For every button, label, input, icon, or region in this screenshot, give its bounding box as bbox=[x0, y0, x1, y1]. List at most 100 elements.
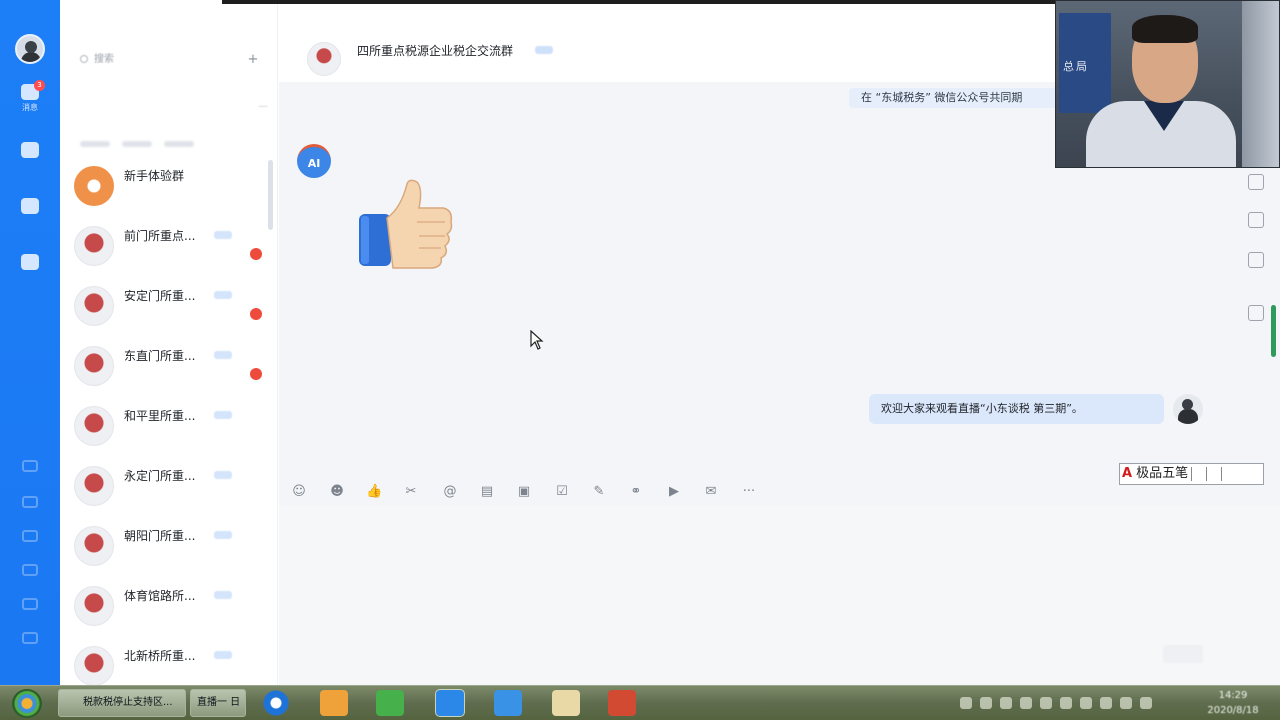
ime-keyboard-icon[interactable] bbox=[1221, 466, 1233, 481]
list-item[interactable]: 新手体验群 bbox=[74, 160, 270, 216]
app-icon[interactable] bbox=[320, 690, 348, 716]
clock-time: 14:29 bbox=[1218, 690, 1248, 701]
rail-item-contacts[interactable] bbox=[0, 142, 60, 160]
powerpoint-icon[interactable] bbox=[608, 690, 636, 716]
notice-bar[interactable]: — bbox=[72, 98, 268, 116]
scissors-icon[interactable]: ✂ bbox=[403, 484, 419, 500]
sticker-icon[interactable]: ☻ bbox=[329, 484, 345, 500]
search-placeholder: 搜索 bbox=[94, 54, 114, 65]
chevron-icon[interactable]: — bbox=[258, 98, 268, 116]
window-top-strip bbox=[222, 0, 1058, 4]
conversation-preview bbox=[124, 487, 244, 499]
ime-label: 极品五笔 bbox=[1136, 466, 1189, 481]
group-tag bbox=[214, 411, 232, 419]
conversation-name: 体育馆路所... bbox=[124, 589, 196, 603]
conversation-preview bbox=[124, 427, 244, 439]
create-button[interactable]: + bbox=[246, 50, 260, 70]
ime-toolbar[interactable]: A 极品五笔 bbox=[1119, 463, 1264, 485]
chat-app-icon[interactable] bbox=[435, 689, 465, 717]
conversation-list-panel: 搜索 + — 新手体验群 前门所重点... 安定门所重... 东直门所重... … bbox=[60, 0, 278, 686]
rail-item-messages[interactable]: 3 消息 bbox=[0, 80, 60, 113]
list-item[interactable]: 和平里所重... bbox=[74, 400, 270, 456]
unread-dot bbox=[250, 308, 262, 320]
settings-icon[interactable] bbox=[22, 632, 38, 644]
rail-item-workbench[interactable] bbox=[0, 254, 60, 272]
group-avatar bbox=[74, 226, 114, 266]
message-bubble[interactable]: 欢迎大家来观看直播“小东谈税 第三期”。 bbox=[869, 394, 1164, 424]
taskbar-button-live[interactable]: 直播一 日 bbox=[190, 689, 246, 717]
at-icon[interactable]: @ bbox=[442, 484, 458, 500]
list-item[interactable]: 安定门所重... bbox=[74, 280, 270, 336]
video-presenter-hair bbox=[1132, 15, 1198, 43]
group-avatar bbox=[74, 286, 114, 326]
like-icon[interactable]: 👍 bbox=[366, 484, 382, 500]
more-button[interactable]: ··· bbox=[741, 484, 757, 500]
user-avatar[interactable] bbox=[15, 34, 45, 64]
calendar-icon[interactable] bbox=[22, 460, 38, 472]
box-icon[interactable] bbox=[1248, 305, 1264, 321]
side-scrollbar[interactable] bbox=[1271, 305, 1276, 357]
list-item[interactable]: 东直门所重... bbox=[74, 340, 270, 396]
phone-icon[interactable] bbox=[22, 564, 38, 576]
filter-tabs[interactable] bbox=[80, 132, 250, 147]
thumbs-up-icon bbox=[359, 179, 453, 269]
search-input[interactable]: 搜索 bbox=[80, 50, 240, 70]
group-tag bbox=[214, 591, 232, 599]
system-tray[interactable] bbox=[960, 694, 1200, 712]
taskbar-button-label: 直播一 日 bbox=[197, 697, 241, 708]
video-background-wall bbox=[1242, 1, 1279, 167]
conversation-name: 东直门所重... bbox=[124, 349, 196, 363]
os-taskbar: 税款税停止支持区... 直播一 日 14:29 2020/8/18 bbox=[0, 685, 1280, 720]
taskbar-button-label: 税款税停止支持区... bbox=[83, 697, 173, 708]
emoji-icon[interactable]: ☺ bbox=[291, 484, 307, 500]
group-tag bbox=[214, 351, 232, 359]
message-input[interactable] bbox=[279, 506, 1280, 685]
cloud-disk-icon[interactable] bbox=[22, 496, 38, 508]
image-icon[interactable]: ▣ bbox=[516, 484, 532, 500]
taskbar-button-browser[interactable]: 税款税停止支持区... bbox=[58, 689, 186, 717]
chat-title[interactable]: 四所重点税源企业税企交流群 bbox=[357, 42, 513, 59]
sender-name bbox=[345, 144, 375, 152]
avatar[interactable] bbox=[1173, 394, 1203, 424]
ime-punct-icon[interactable] bbox=[1206, 466, 1218, 481]
send-hint bbox=[991, 652, 1131, 660]
folder-icon[interactable] bbox=[1248, 174, 1264, 190]
media-player-icon[interactable] bbox=[376, 690, 404, 716]
pin-icon[interactable] bbox=[1248, 212, 1264, 228]
apps-icon bbox=[21, 198, 39, 214]
folder-icon[interactable] bbox=[552, 690, 580, 716]
book-icon[interactable] bbox=[1248, 252, 1264, 268]
group-tag bbox=[214, 651, 232, 659]
ime-moon-icon[interactable] bbox=[1191, 466, 1203, 481]
contacts-icon bbox=[21, 142, 39, 158]
file-icon[interactable]: ▤ bbox=[479, 484, 495, 500]
group-tag bbox=[214, 231, 232, 239]
group-avatar[interactable] bbox=[307, 42, 341, 76]
conversation-preview bbox=[124, 547, 244, 559]
meeting-icon[interactable] bbox=[494, 690, 522, 716]
checkbox-icon[interactable]: ☑ bbox=[554, 484, 570, 500]
video-icon[interactable]: ▶ bbox=[666, 484, 682, 500]
help-icon[interactable] bbox=[22, 530, 38, 542]
mail-icon[interactable]: ✉ bbox=[703, 484, 719, 500]
group-avatar bbox=[74, 586, 114, 626]
start-button[interactable] bbox=[12, 689, 42, 718]
conversation-name: 安定门所重... bbox=[124, 289, 196, 303]
conversation-preview bbox=[124, 367, 244, 379]
mail-icon[interactable] bbox=[22, 598, 38, 610]
group-tag bbox=[214, 291, 232, 299]
list-item[interactable]: 永定门所重... bbox=[74, 460, 270, 516]
send-button[interactable] bbox=[1163, 645, 1203, 663]
live-video-overlay[interactable]: 总局 bbox=[1055, 0, 1280, 168]
list-item[interactable]: 体育馆路所... bbox=[74, 580, 270, 636]
ai-avatar[interactable]: AI bbox=[297, 144, 331, 178]
list-item[interactable]: 朝阳门所重... bbox=[74, 520, 270, 576]
list-item[interactable]: 前门所重点... bbox=[74, 220, 270, 276]
rail-item-apps[interactable] bbox=[0, 198, 60, 216]
link-icon[interactable]: ⚭ bbox=[628, 484, 644, 500]
conversation-name: 北新桥所重... bbox=[124, 649, 196, 663]
pin-icon[interactable]: ✎ bbox=[591, 484, 607, 500]
ie-browser-icon[interactable] bbox=[262, 690, 290, 716]
taskbar-clock[interactable]: 14:29 2020/8/18 bbox=[1200, 688, 1266, 718]
group-avatar bbox=[74, 406, 114, 446]
